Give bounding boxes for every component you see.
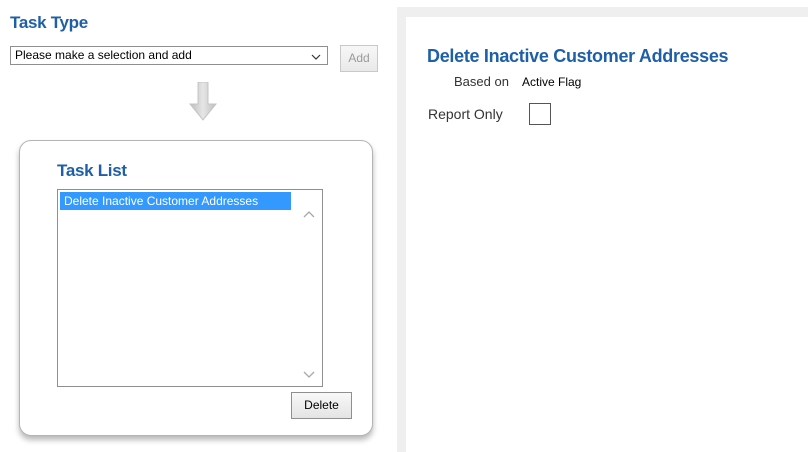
add-button[interactable]: Add	[340, 45, 378, 72]
based-on-label: Based on	[454, 74, 509, 89]
task-list-panel: Task List Delete Inactive Customer Addre…	[19, 140, 373, 436]
arrow-down-icon	[188, 81, 218, 122]
task-type-select-value: Please make a selection and add	[15, 48, 192, 62]
list-item[interactable]: Delete Inactive Customer Addresses	[60, 192, 291, 210]
detail-panel: Delete Inactive Customer Addresses Based…	[397, 7, 808, 452]
task-type-title: Task Type	[10, 13, 88, 32]
task-list-title: Task List	[57, 161, 127, 180]
task-listbox[interactable]: Delete Inactive Customer Addresses	[57, 189, 323, 387]
chevron-up-icon[interactable]	[303, 205, 315, 218]
detail-content: Delete Inactive Customer Addresses Based…	[406, 17, 808, 452]
report-only-label: Report Only	[428, 106, 503, 122]
based-on-value: Active Flag	[522, 75, 582, 89]
listbox-scrollbar[interactable]	[296, 190, 322, 386]
report-only-checkbox[interactable]	[529, 103, 551, 125]
chevron-down-icon	[311, 50, 321, 60]
detail-title: Delete Inactive Customer Addresses	[427, 46, 729, 66]
task-type-select[interactable]: Please make a selection and add	[10, 46, 328, 65]
chevron-down-icon[interactable]	[303, 366, 315, 378]
delete-button[interactable]: Delete	[291, 392, 352, 419]
